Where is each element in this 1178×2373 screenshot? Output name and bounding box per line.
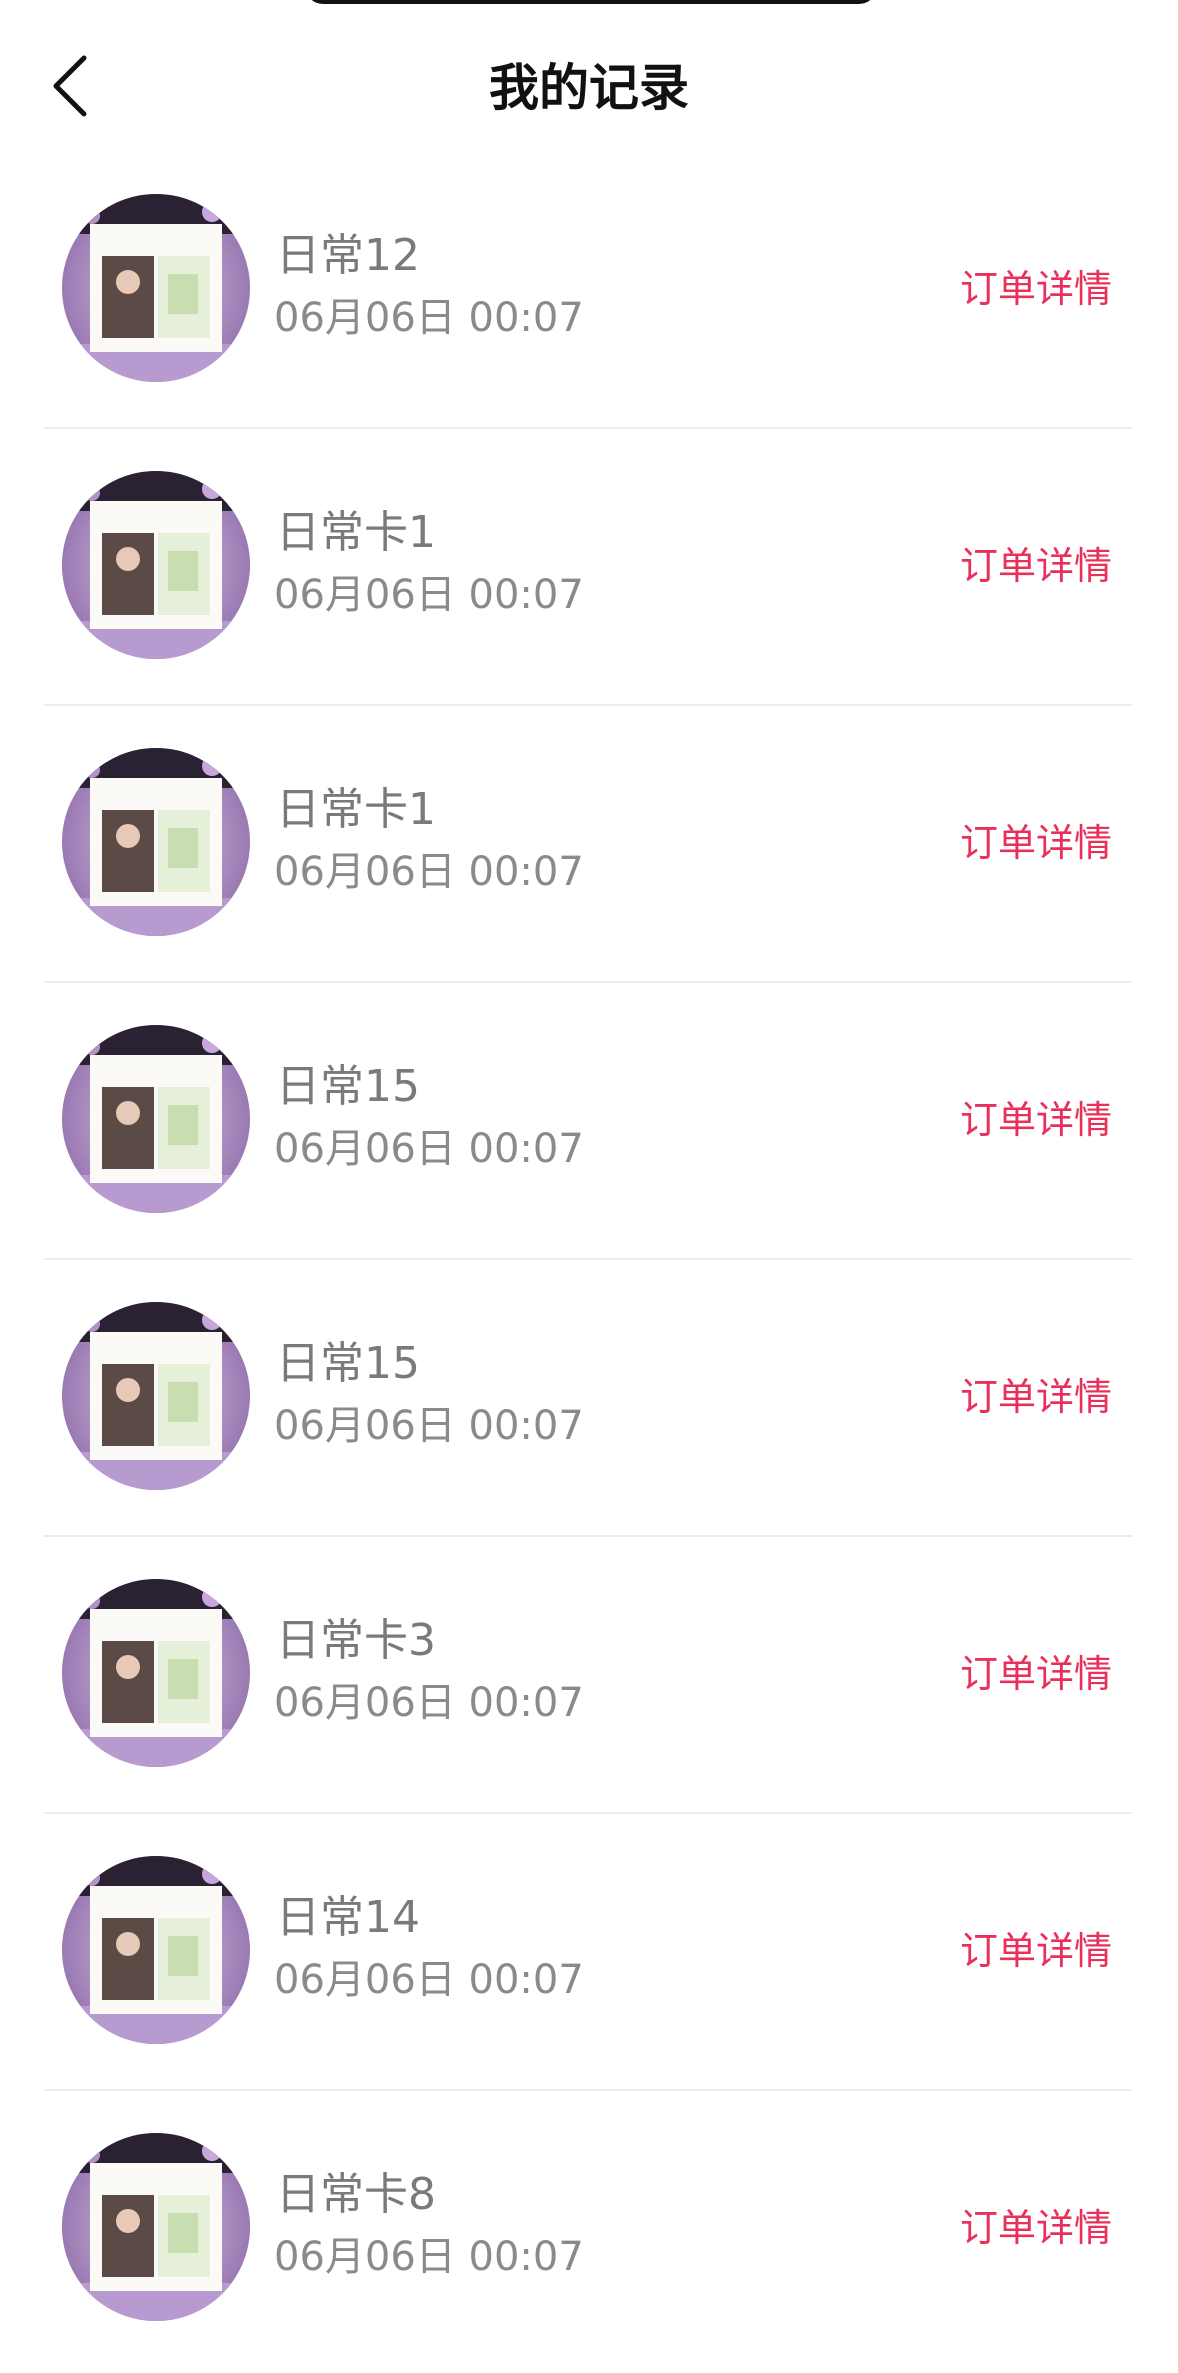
page-title: 我的记录 (489, 59, 689, 117)
record-item[interactable]: 日常卡1 06月06日 00:07 订单详情 (0, 429, 1178, 706)
record-item[interactable]: 日常15 06月06日 00:07 订单详情 (0, 983, 1178, 1260)
order-detail-button[interactable]: 订单详情 (960, 264, 1112, 314)
record-time: 06月06日 00:07 (274, 1403, 584, 1449)
record-title: 日常15 (276, 1061, 420, 1112)
record-title: 日常卡1 (276, 507, 436, 558)
record-item[interactable]: 日常卡3 06月06日 00:07 订单详情 (0, 1537, 1178, 1814)
record-time: 06月06日 00:07 (274, 1680, 584, 1726)
record-time: 06月06日 00:07 (274, 1957, 584, 2003)
record-time: 06月06日 00:07 (274, 295, 584, 341)
record-time: 06月06日 00:07 (274, 2234, 584, 2280)
card-thumbnail (62, 1856, 250, 2044)
order-detail-button[interactable]: 订单详情 (960, 818, 1112, 868)
record-title: 日常卡1 (276, 784, 436, 835)
card-thumbnail (62, 1025, 250, 1213)
card-thumbnail (62, 471, 250, 659)
record-item[interactable]: 日常15 06月06日 00:07 订单详情 (0, 1260, 1178, 1537)
card-thumbnail (62, 194, 250, 382)
record-title: 日常卡3 (276, 1615, 436, 1666)
record-item[interactable]: 日常14 06月06日 00:07 订单详情 (0, 1814, 1178, 2091)
record-title: 日常卡8 (276, 2169, 436, 2220)
record-time: 06月06日 00:07 (274, 849, 584, 895)
record-list: 日常12 06月06日 00:07 订单详情 日常卡1 06月06日 00:07… (0, 152, 1178, 2368)
record-item[interactable]: 日常卡1 06月06日 00:07 订单详情 (0, 706, 1178, 983)
record-title: 日常15 (276, 1338, 420, 1389)
order-detail-button[interactable]: 订单详情 (960, 2203, 1112, 2253)
record-item[interactable]: 日常12 06月06日 00:07 订单详情 (0, 152, 1178, 429)
order-detail-button[interactable]: 订单详情 (960, 541, 1112, 591)
record-item[interactable]: 日常卡8 06月06日 00:07 订单详情 (0, 2091, 1178, 2368)
card-thumbnail (62, 2133, 250, 2321)
order-detail-button[interactable]: 订单详情 (960, 1372, 1112, 1422)
record-title: 日常14 (276, 1892, 420, 1943)
record-title: 日常12 (276, 230, 420, 281)
order-detail-button[interactable]: 订单详情 (960, 1095, 1112, 1145)
record-time: 06月06日 00:07 (274, 1126, 584, 1172)
card-thumbnail (62, 748, 250, 936)
order-detail-button[interactable]: 订单详情 (960, 1649, 1112, 1699)
order-detail-button[interactable]: 订单详情 (960, 1926, 1112, 1976)
record-time: 06月06日 00:07 (274, 572, 584, 618)
card-thumbnail (62, 1302, 250, 1490)
card-thumbnail (62, 1579, 250, 1767)
